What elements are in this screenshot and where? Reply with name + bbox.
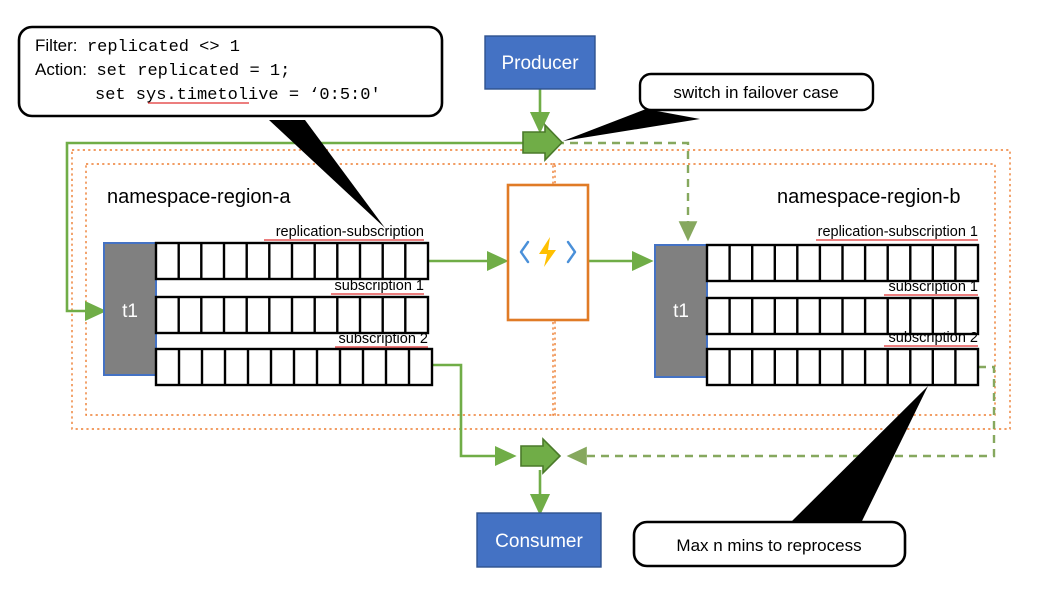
producer-node[interactable]: Producer [484,35,596,90]
switch-failover-callout-text: switch in failover case [673,83,838,102]
max-reprocess-callout-leader [792,386,928,521]
namespace-b-queue-1 [705,296,980,336]
namespace-b-subscription-1: subscription 1 [705,279,980,336]
namespace-a-queue-1 [154,295,430,335]
action-code-line2: set sys.timetolive = ‘0:5:0' [95,86,381,105]
namespace-a-subscription-0-label: replication-subscription [276,224,424,240]
namespace-b-subscription-2-label: subscription 2 [889,330,978,346]
namespace-b-subscription-0: replication-subscription 1 [705,224,980,283]
namespace-b-subscription-0-label: replication-subscription 1 [818,224,978,240]
region-a-sub2-to-bottom-switch [432,363,517,467]
namespace-a-subscription-2: subscription 2 [154,331,434,387]
namespace-b-title: namespace-region-b [777,186,960,208]
namespace-b-queue-2 [705,347,980,387]
top-failover-switch-arrow[interactable] [522,123,564,162]
namespace-b-queue-0 [705,243,980,283]
namespace-b-topic-label: t1 [673,301,689,322]
namespace-a-queue-2 [154,347,434,387]
azure-function-node[interactable] [506,183,590,322]
namespace-a-subscription-2-label: subscription 2 [339,331,428,347]
max-reprocess-callout: Max n mins to reprocess [632,520,907,568]
bottom-failover-switch-arrow[interactable] [520,437,562,475]
action-code: set replicated = 1; [96,62,290,81]
consumer-node[interactable]: Consumer [476,512,602,568]
namespace-a-subscription-1: subscription 1 [154,278,430,335]
producer-label: Producer [501,53,579,74]
switch-callout-leader [563,109,700,141]
namespace-b-topic: t1 [654,244,708,378]
namespace-a-subscription-1-label: subscription 1 [335,278,424,294]
filter-line: Filter: replicated <> 1 [35,36,240,57]
diagram-svg: Producer Consumer namespace-region-a t1 … [17,25,1011,568]
namespace-b-subscription-1-label: subscription 1 [889,279,978,295]
namespace-a-topic-label: t1 [122,301,138,322]
namespace-a-topic: t1 [103,242,157,376]
namespace-b-subscription-2: subscription 2 [705,330,980,387]
action-label: Action: [35,60,87,79]
namespace-a-subscription-0: replication-subscription [154,224,430,281]
switch-failover-callout: switch in failover case [638,72,875,112]
max-reprocess-callout-text: Max n mins to reprocess [676,536,861,555]
filter-callout-leader [269,120,385,228]
namespace-a-title: namespace-region-a [107,186,291,208]
diagram-canvas: Producer Consumer namespace-region-a t1 … [0,0,1046,592]
namespace-a-queue-0 [154,241,430,281]
action-line: Action: set replicated = 1; [35,60,290,81]
consumer-label: Consumer [495,531,583,552]
filter-label: Filter: [35,36,78,55]
filter-code: replicated <> 1 [87,38,240,57]
